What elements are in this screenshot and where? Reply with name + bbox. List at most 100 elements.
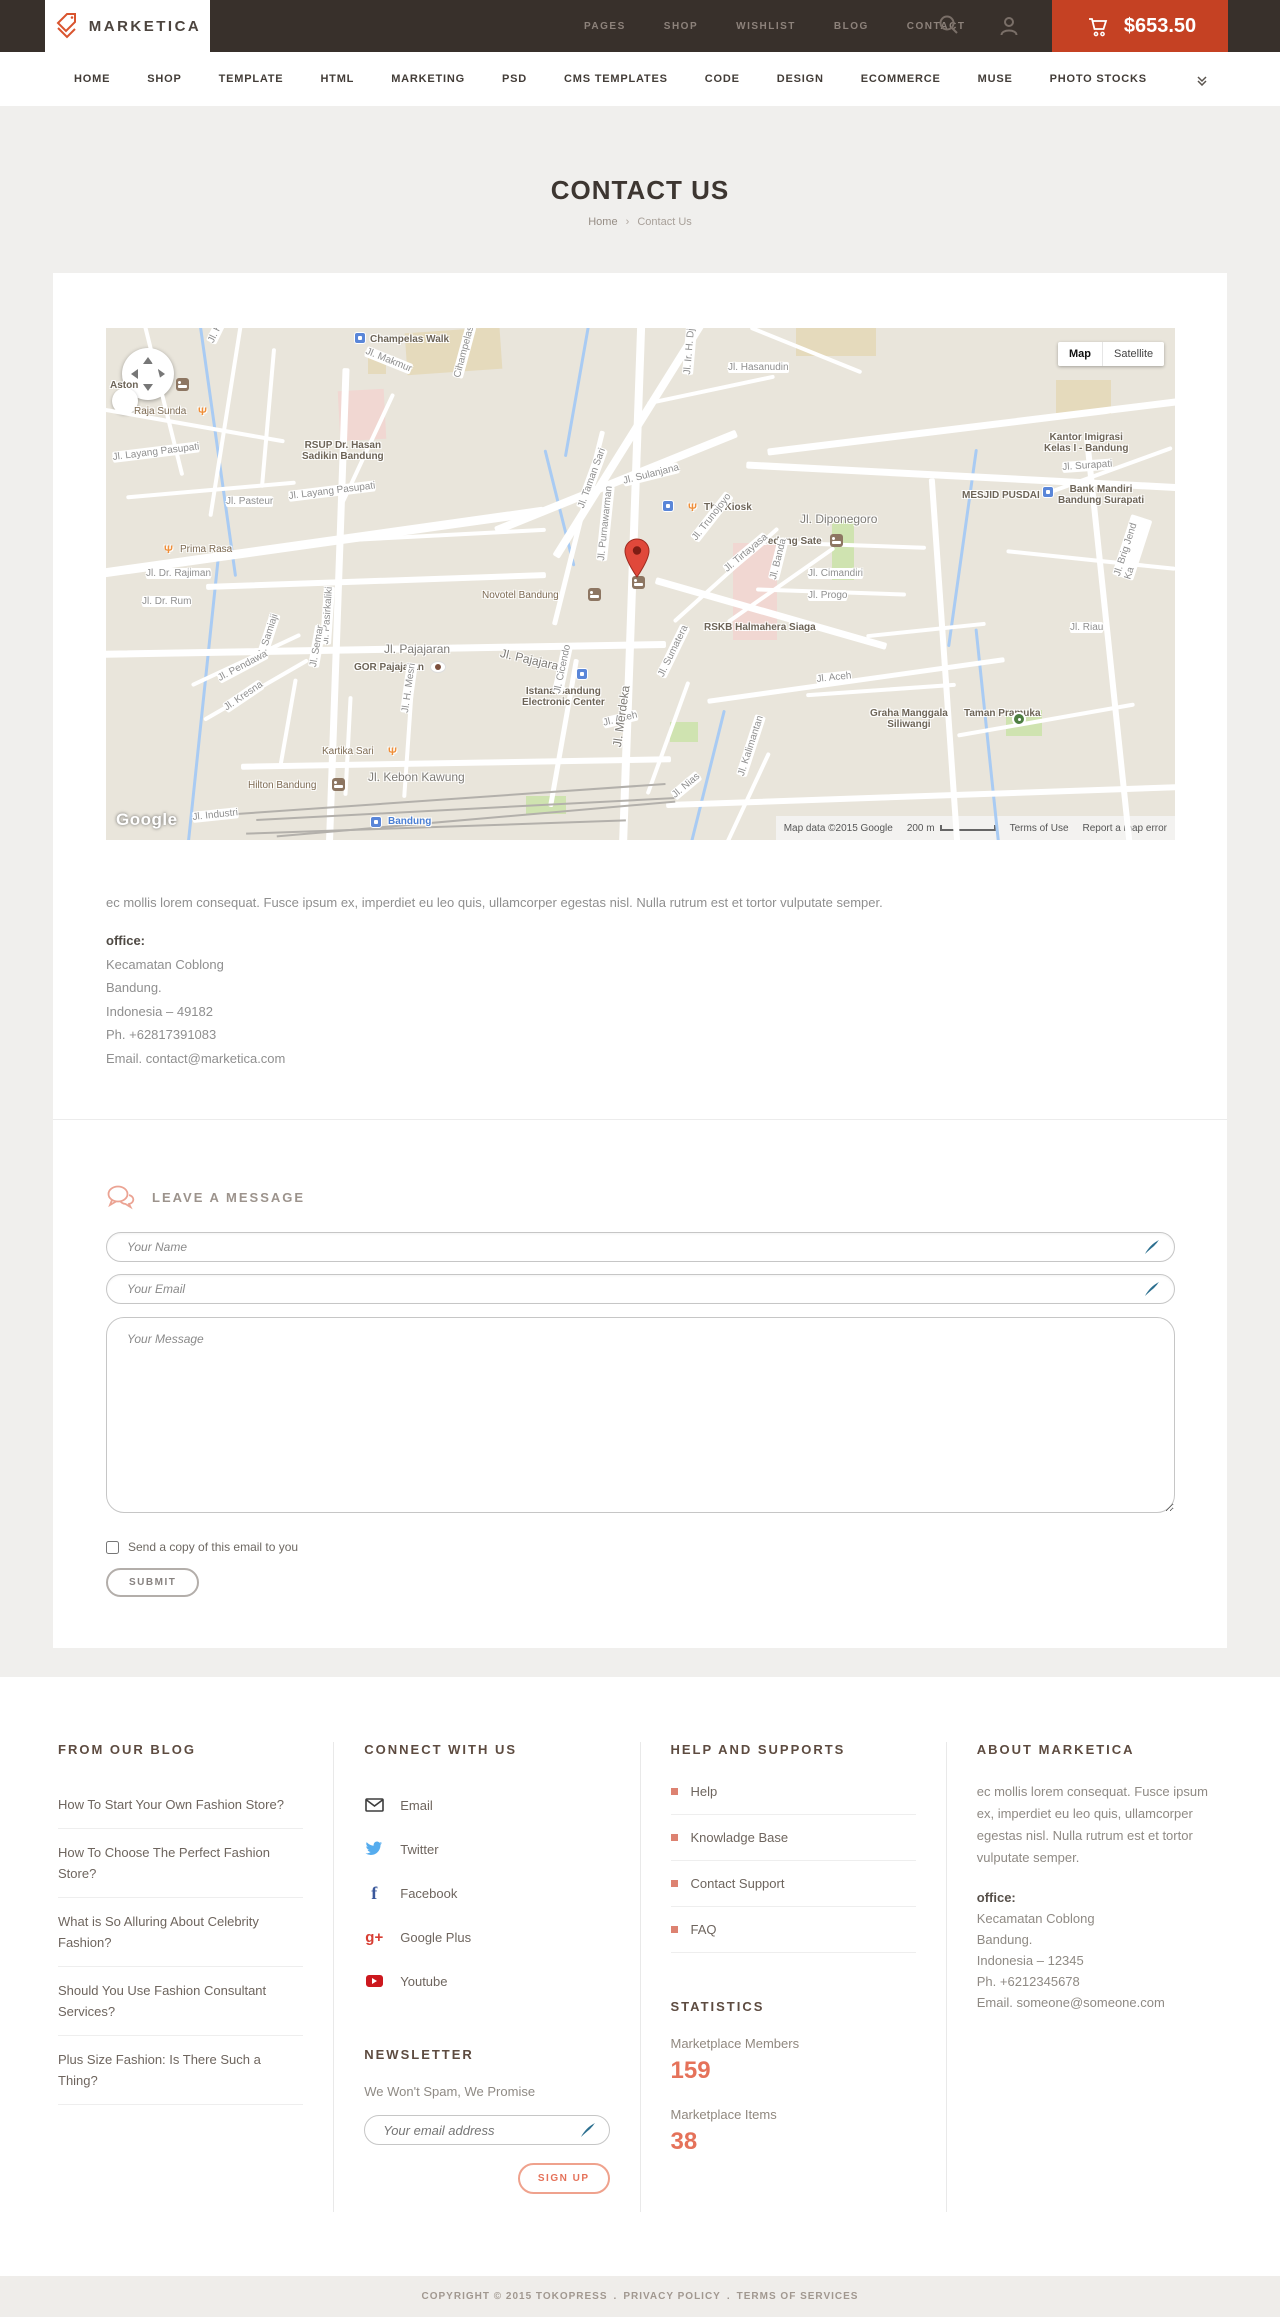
menu-item-psd[interactable]: PSD (502, 73, 527, 85)
connect-label: Twitter (400, 1841, 439, 1857)
blog-heading: FROM OUR BLOG (58, 1742, 196, 1757)
map-label: Jl. Nias (670, 770, 703, 801)
map-attribution: Map data ©2015 Google 200 m Terms of Use… (775, 816, 1175, 840)
blog-post-link[interactable]: How To Choose The Perfect Fashion Store? (58, 1829, 304, 1898)
connect-link-twitter[interactable]: Twitter (364, 1827, 609, 1871)
contact-info-section: Map Satellite Google Map data ©2015 Goog… (53, 273, 1227, 1119)
chevron-down-icon[interactable] (1196, 73, 1208, 91)
blog-post-link[interactable]: Should You Use Fashion Consultant Servic… (58, 1967, 304, 2036)
menu-item-design[interactable]: DESIGN (777, 73, 824, 85)
signup-button[interactable]: SIGN UP (517, 2163, 610, 2194)
menu-item-html[interactable]: HTML (320, 73, 354, 85)
menu-item-template[interactable]: TEMPLATE (219, 73, 284, 85)
menu-item-code[interactable]: CODE (705, 73, 740, 85)
menu-item-cms-templates[interactable]: CMS TEMPLATES (564, 73, 668, 85)
newsletter-email-input[interactable] (364, 2115, 610, 2145)
map-road (707, 657, 1005, 704)
map-label: Jl. Purnawarman (596, 485, 615, 562)
map-label: Jl. Kebon Kawung (368, 770, 465, 784)
google-map[interactable]: Map Satellite Google Map data ©2015 Goog… (106, 328, 1175, 840)
blog-post-link[interactable]: Plus Size Fashion: Is There Such a Thing… (58, 2036, 304, 2105)
pan-left-icon[interactable] (131, 369, 138, 379)
pan-down-icon[interactable] (143, 384, 153, 391)
map-label: Jl. Cimandiri (808, 568, 864, 579)
map-label: RSKB Halmahera Siaga (704, 622, 816, 633)
name-input[interactable] (106, 1232, 1175, 1262)
connect-link-youtube[interactable]: Youtube (364, 1959, 609, 2003)
map-road (278, 678, 298, 768)
connect-link-email[interactable]: Email (364, 1783, 609, 1827)
blog-post-link[interactable]: How To Start Your Own Fashion Store? (58, 1781, 304, 1829)
map-road (205, 572, 547, 590)
connect-link-google-plus[interactable]: g+ Google Plus (364, 1915, 609, 1959)
statistics-heading: STATISTICS (670, 1999, 765, 2014)
help-link-help[interactable]: Help (670, 1769, 916, 1815)
bullet-icon (670, 1834, 678, 1841)
leave-message-section: LEAVE A MESSAGE Send a copy of this emai (53, 1119, 1227, 1648)
facebook-icon: f (371, 1882, 378, 1903)
newsletter-heading: NEWSLETTER (364, 2047, 474, 2062)
about-address-line: Ph. +6212345678 (976, 1974, 1080, 1989)
connect-label: Google Plus (400, 1929, 472, 1945)
footer-help-column: HELP AND SUPPORTS Help Knowladge Base Cont… (641, 1742, 947, 2212)
menu-item-shop[interactable]: SHOP (147, 73, 181, 85)
menu-item-ecommerce[interactable]: ECOMMERCE (861, 73, 941, 85)
privacy-policy-link[interactable]: PRIVACY POLICY (623, 2291, 721, 2302)
menu-item-marketing[interactable]: MARKETING (391, 73, 465, 85)
footer-about-column: ABOUT MARKETICA ec mollis lorem consequa… (947, 1742, 1252, 2212)
map-data-text: Map data ©2015 Google (783, 822, 893, 834)
map-road (259, 348, 277, 488)
tag-logo-icon (56, 13, 76, 39)
user-icon[interactable] (998, 15, 1020, 42)
map-road (240, 756, 672, 770)
help-link-contact-support[interactable]: Contact Support (670, 1861, 916, 1907)
top-nav: PAGES SHOP WISHLIST BLOG CONTACT (584, 0, 965, 52)
cart-button[interactable]: $653.50 (1052, 0, 1228, 52)
breadcrumb-home-link[interactable]: Home (588, 216, 617, 228)
place-dot-icon (430, 661, 446, 673)
stat-label: Marketplace Items (670, 2107, 777, 2122)
terms-of-use-link[interactable]: Terms of Use (1010, 823, 1069, 834)
search-icon[interactable] (938, 14, 960, 41)
stat-label: Marketplace Members (670, 2036, 800, 2051)
logo[interactable]: MARKETICA (45, 0, 210, 52)
office-address-line: Kecamatan Coblong (106, 956, 224, 972)
breadcrumb-current: Contact Us (637, 216, 692, 228)
connect-link-facebook[interactable]: f Facebook (364, 1871, 609, 1915)
terms-of-services-link[interactable]: TERMS OF SERVICES (737, 2291, 859, 2302)
menu-item-photo-stocks[interactable]: PHOTO STOCKS (1050, 73, 1147, 85)
map-label: Jl. Riau (1070, 622, 1104, 633)
help-link-faq[interactable]: FAQ (670, 1907, 916, 1953)
menu-item-muse[interactable]: MUSE (978, 73, 1013, 85)
message-textarea[interactable] (106, 1317, 1175, 1513)
map-type-map-button[interactable]: Map (1058, 342, 1102, 366)
top-nav-item-pages[interactable]: PAGES (584, 21, 626, 32)
map-label: Jl. Layang Pasupati (112, 441, 200, 463)
about-office-label: office: (976, 1890, 1016, 1905)
menu-item-home[interactable]: HOME (74, 73, 110, 85)
send-copy-checkbox[interactable] (106, 1540, 119, 1554)
google-logo[interactable]: Google (116, 810, 178, 830)
top-nav-item-shop[interactable]: SHOP (664, 21, 698, 32)
map-label: Jl. Kresna (222, 679, 266, 714)
map-marker[interactable] (624, 538, 650, 578)
blog-post-link[interactable]: What is So Alluring About Celebrity Fash… (58, 1898, 304, 1967)
cart-icon (1088, 18, 1108, 37)
email-input[interactable] (106, 1274, 1175, 1304)
help-link-knowladge-base[interactable]: Knowladge Base (670, 1815, 916, 1861)
hotel-icon (588, 588, 601, 601)
connect-label: Youtube (400, 1973, 448, 1989)
map-label: Jl. Brig Jend Ka (1112, 514, 1153, 581)
top-nav-item-blog[interactable]: BLOG (834, 21, 869, 32)
map-label: Kantor Imigrasi Kelas I - Bandung (1044, 432, 1129, 454)
map-type-satellite-button[interactable]: Satellite (1102, 342, 1165, 366)
page: MARKETICA PAGES SHOP WISHLIST BLOG CONTACT $… (0, 0, 1280, 2317)
top-nav-item-wishlist[interactable]: WISHLIST (736, 21, 796, 32)
breadcrumb: Home › Contact Us (0, 216, 1280, 228)
submit-button[interactable]: SUBMIT (106, 1568, 200, 1597)
youtube-icon (364, 1975, 384, 1987)
station-icon (370, 816, 382, 828)
content-card: Map Satellite Google Map data ©2015 Goog… (53, 273, 1227, 1648)
stat-value: 159 (670, 2057, 711, 2084)
map-label: RSUP Dr. Hasan Sadikin Bandung (302, 440, 384, 462)
